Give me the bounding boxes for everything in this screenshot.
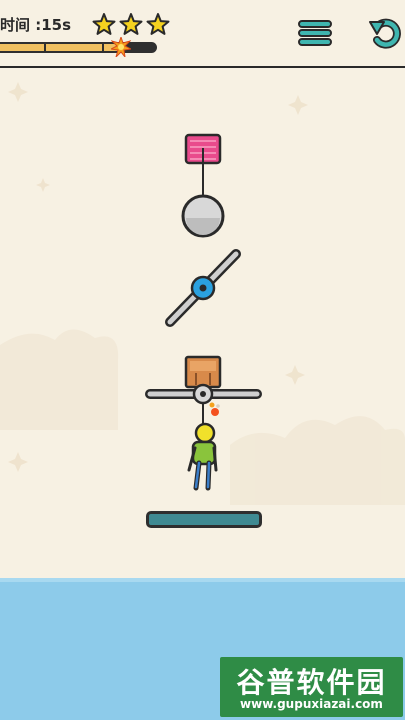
watermark-title: 谷普软件园 <box>236 666 387 699</box>
water-surface <box>0 578 405 582</box>
sparkle-icon <box>8 452 28 472</box>
sparkle-icon <box>285 365 305 385</box>
watermark-url: www.gupuxiazai.com <box>240 697 383 711</box>
watermark-logo: 谷普软件园 www.gupuxiazai.com <box>220 657 403 717</box>
landing-platform <box>146 511 262 528</box>
moon-icon <box>106 255 150 306</box>
cloud-right <box>230 416 405 505</box>
grey-ball <box>181 194 225 238</box>
cloud-left <box>0 329 119 430</box>
sparkle-icon <box>36 178 50 192</box>
sparkle-icon <box>8 82 28 102</box>
rotating-blade[interactable] <box>165 249 241 327</box>
wooden-crate <box>184 355 222 389</box>
stickman-player <box>187 422 218 491</box>
sparkle-icon <box>288 95 308 115</box>
rotating-bar[interactable] <box>145 383 262 405</box>
